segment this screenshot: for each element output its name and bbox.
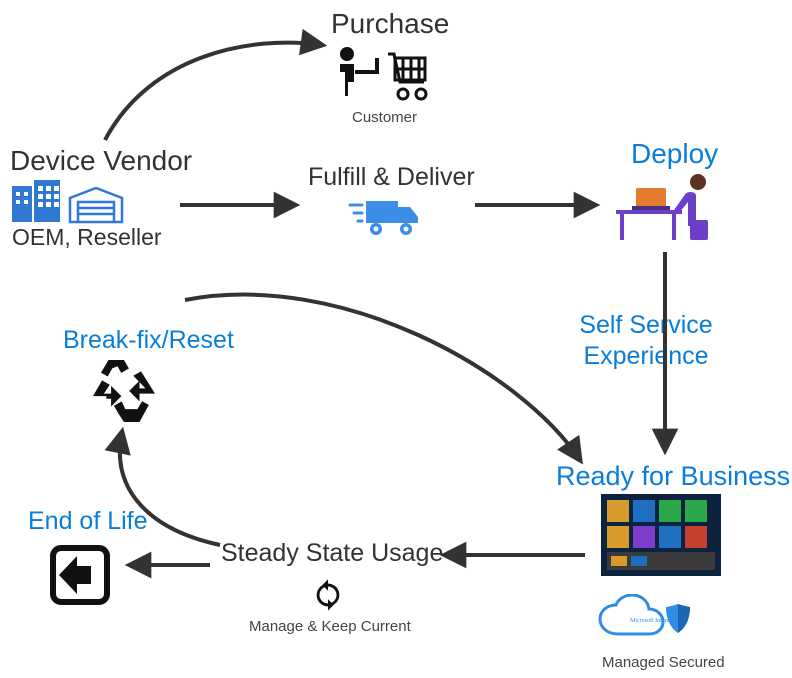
arrows (0, 0, 792, 678)
arrow-vendor-to-purchase (105, 43, 322, 140)
arrow-steady-to-breakfix (120, 432, 220, 545)
diagram-canvas: { "nodes": { "purchase": { "label": "Pur… (0, 0, 792, 678)
arrow-breakfix-to-ready (185, 295, 580, 460)
